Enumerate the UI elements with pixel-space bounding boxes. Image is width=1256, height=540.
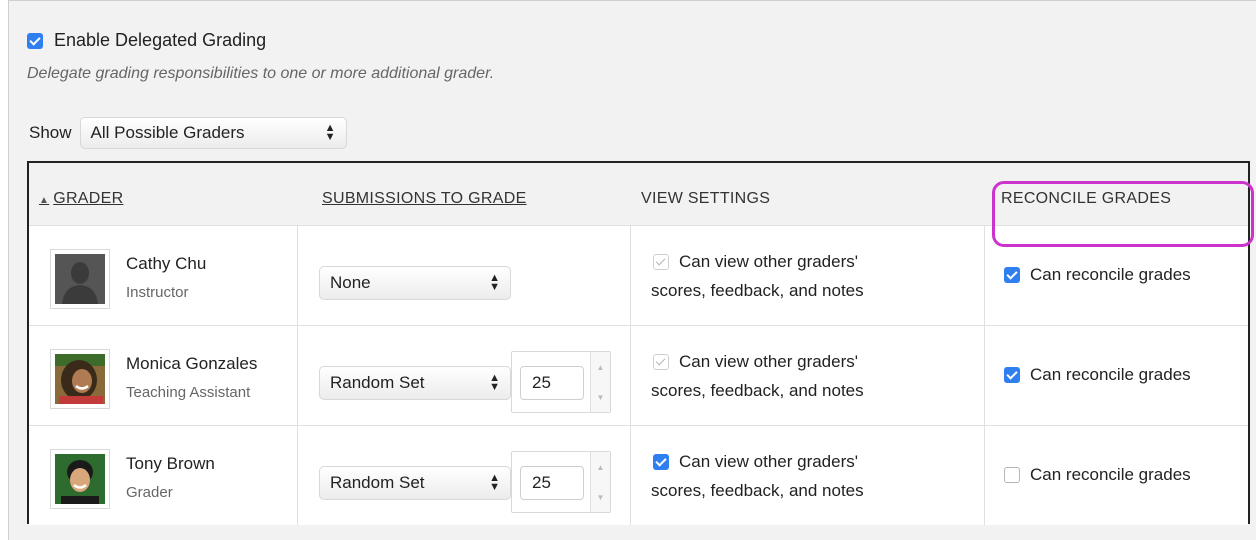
submission-count-stepper[interactable]: 25 ▲ ▼ — [511, 451, 611, 513]
view-settings-label-line1[interactable]: Can view other graders' — [679, 452, 858, 472]
submissions-value: Random Set — [330, 473, 425, 492]
increment-icon[interactable]: ▲ — [597, 363, 605, 372]
reconcile-grades-cell[interactable]: Can reconcile grades — [1004, 365, 1191, 385]
view-settings-label-line1: Can view other graders' — [679, 352, 858, 371]
default-user-silhouette-icon — [55, 254, 105, 304]
callout-highlight — [992, 181, 1254, 247]
grader-column-header[interactable]: ▲ GRADER — [39, 190, 123, 208]
select-arrows-icon: ▲ ▼ — [489, 372, 500, 393]
increment-icon[interactable]: ▲ — [597, 463, 605, 472]
avatar — [50, 449, 110, 509]
user-photo-icon — [55, 354, 105, 404]
decrement-icon[interactable]: ▼ — [597, 493, 605, 502]
reconcile-grades-cell[interactable]: Can reconcile grades — [1004, 265, 1191, 285]
view-other-graders-checkbox[interactable] — [653, 454, 669, 470]
grader-name: Tony Brown — [126, 454, 215, 473]
table-row: Monica Gonzales Teaching Assistant Rando… — [29, 325, 1248, 425]
view-settings-cell[interactable]: Can view other graders' scores, feedback… — [651, 452, 864, 501]
submission-count-stepper[interactable]: 25 ▲ ▼ — [511, 351, 611, 413]
reconcile-grades-cell[interactable]: Can reconcile grades — [1004, 465, 1191, 485]
submission-count-input[interactable]: 25 — [520, 366, 584, 400]
avatar — [50, 349, 110, 409]
select-arrows-icon: ▲ ▼ — [489, 272, 500, 293]
delegated-grading-description: Delegate grading responsibilities to one… — [27, 65, 495, 82]
reconcile-grades-label[interactable]: Can reconcile grades — [1030, 365, 1191, 385]
view-settings-column-header: VIEW SETTINGS — [641, 190, 771, 207]
select-arrows-icon: ▲ ▼ — [324, 122, 336, 143]
show-graders-select[interactable]: All Possible Graders ▲ ▼ — [79, 117, 347, 149]
view-settings-cell: Can view other graders' scores, feedback… — [651, 352, 864, 401]
submissions-column-header[interactable]: SUBMISSIONS TO GRADE — [322, 190, 527, 208]
select-arrows-icon: ▲ ▼ — [489, 472, 500, 493]
show-filter: Show All Possible Graders ▲ ▼ — [29, 117, 347, 149]
view-settings-label-line1: Can view other graders' — [679, 252, 858, 271]
avatar — [50, 249, 110, 309]
grader-name: Cathy Chu — [126, 254, 207, 273]
grader-role: Teaching Assistant — [126, 384, 251, 401]
enable-delegated-grading-row[interactable]: Enable Delegated Grading — [27, 30, 266, 51]
delegated-grading-panel: Enable Delegated Grading Delegate gradin… — [8, 0, 1256, 540]
show-label: Show — [29, 123, 72, 142]
reconcile-grades-checkbox[interactable] — [1004, 467, 1020, 483]
submissions-select[interactable]: Random Set ▲ ▼ — [319, 466, 511, 500]
submissions-select[interactable]: None ▲ ▼ — [319, 266, 511, 300]
table-row: Tony Brown Grader Random Set ▲ ▼ 25 ▲ ▼ C… — [29, 425, 1248, 525]
view-settings-label-line2: scores, feedback, and notes — [651, 381, 864, 400]
enable-delegated-grading-label[interactable]: Enable Delegated Grading — [54, 30, 266, 51]
show-graders-value: All Possible Graders — [90, 123, 245, 142]
grader-name: Monica Gonzales — [126, 354, 258, 373]
grader-role: Instructor — [126, 284, 189, 301]
user-photo-icon — [55, 454, 105, 504]
decrement-icon[interactable]: ▼ — [597, 393, 605, 402]
view-other-graders-checkbox — [653, 254, 669, 270]
view-settings-cell: Can view other graders' scores, feedback… — [651, 252, 864, 301]
enable-delegated-grading-checkbox[interactable] — [27, 32, 43, 49]
submission-count-input[interactable]: 25 — [520, 466, 584, 500]
sort-ascending-icon: ▲ — [39, 195, 50, 206]
grader-role: Grader — [126, 484, 173, 501]
view-other-graders-checkbox — [653, 354, 669, 370]
reconcile-grades-checkbox[interactable] — [1004, 367, 1020, 383]
submissions-value: None — [330, 273, 371, 292]
view-settings-label-line2: scores, feedback, and notes — [651, 281, 864, 300]
reconcile-grades-label[interactable]: Can reconcile grades — [1030, 265, 1191, 285]
reconcile-grades-checkbox[interactable] — [1004, 267, 1020, 283]
view-settings-label-line2[interactable]: scores, feedback, and notes — [651, 481, 864, 501]
submissions-select[interactable]: Random Set ▲ ▼ — [319, 366, 511, 400]
reconcile-grades-label[interactable]: Can reconcile grades — [1030, 465, 1191, 485]
submissions-value: Random Set — [330, 373, 425, 392]
grader-header-label: GRADER — [53, 190, 124, 207]
